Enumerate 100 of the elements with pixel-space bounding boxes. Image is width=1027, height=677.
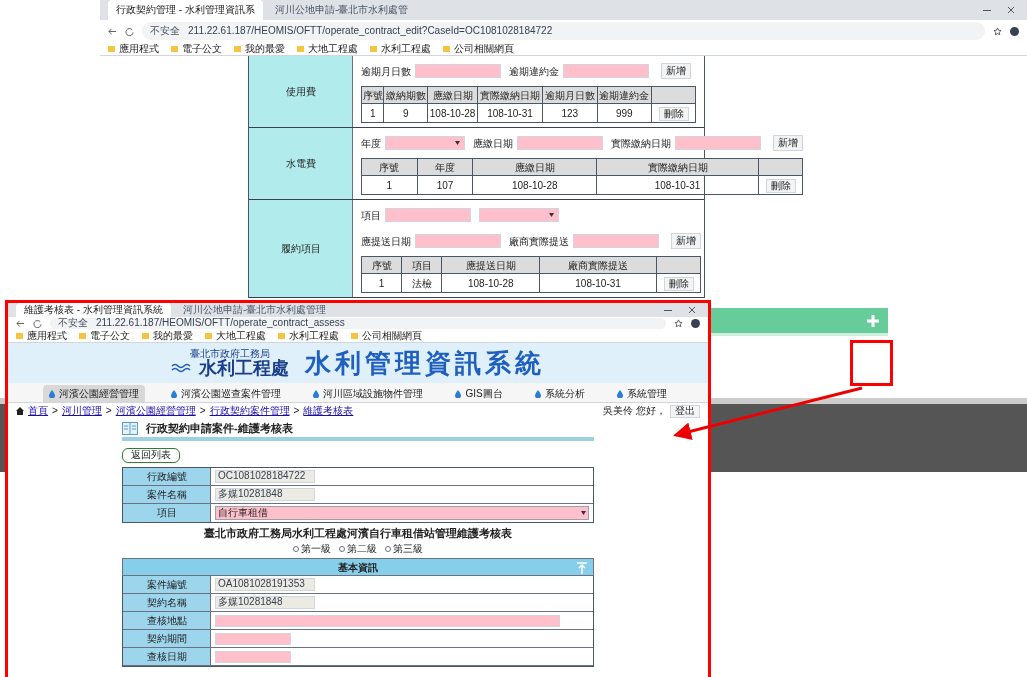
plus-icon[interactable] — [866, 313, 880, 328]
field-label: 逾期月日數 — [361, 64, 411, 79]
url-text: 211.22.61.187/HEOMIS/OFTT/operate_contract_assess — [96, 318, 345, 329]
account-icon[interactable] — [1010, 26, 1019, 36]
field-label: 應繳日期 — [473, 136, 513, 151]
security-label: 不安全 — [58, 318, 88, 329]
input-field[interactable] — [215, 614, 560, 627]
browser-tab[interactable]: 行政契約管理 - 水利管理資訊系 — [108, 0, 263, 20]
bookmark[interactable]: 應用程式 — [16, 331, 67, 341]
bookmark[interactable]: 公司相關網頁 — [351, 331, 422, 341]
system-title: 水利管理資訊系統 — [305, 350, 545, 376]
radio-option[interactable]: 第三級 — [385, 544, 423, 555]
back-icon[interactable] — [108, 26, 117, 36]
column-header: 應提送日期 — [441, 256, 540, 274]
column-header: 應繳日期 — [472, 158, 597, 176]
row-label: 水電費 — [249, 128, 353, 199]
add-button[interactable]: 新增 — [671, 233, 701, 249]
close-icon[interactable] — [1007, 6, 1015, 14]
page-title: 行政契約申請案件-維護考核表 — [146, 420, 293, 436]
section-title: 基本資訊 — [338, 560, 378, 575]
back-icon[interactable] — [16, 319, 25, 328]
star-icon[interactable] — [674, 319, 683, 328]
nav-tab[interactable]: 河濱公園經營管理 — [43, 385, 146, 402]
bookmark[interactable]: 大地工程處 — [205, 331, 266, 341]
logout-button[interactable]: 登出 — [670, 404, 700, 418]
agency-name: 臺北市政府工務局 — [190, 349, 270, 359]
table-cell: 108-10-28 — [472, 175, 597, 195]
row-label: 履約項目 — [249, 200, 353, 297]
field-label: 應提送日期 — [361, 234, 411, 249]
column-header: 逾期月日數 — [542, 86, 597, 104]
nav-tab[interactable]: 系統管理 — [610, 385, 673, 402]
breadcrumb-link[interactable]: 行政契約案件管理 — [209, 406, 290, 416]
radio-option[interactable]: 第二級 — [339, 544, 377, 555]
minimize-icon[interactable] — [664, 309, 672, 311]
select-field[interactable] — [385, 136, 465, 150]
breadcrumb-link[interactable]: 河濱公園經營管理 — [115, 406, 196, 416]
radio-option[interactable]: 第一級 — [293, 544, 331, 555]
breadcrumb-link[interactable]: 首頁 — [28, 406, 48, 416]
add-button[interactable]: 新增 — [773, 135, 803, 151]
bookmark[interactable]: 我的最愛 — [234, 43, 285, 54]
input-field[interactable] — [215, 650, 291, 663]
nav-tab[interactable]: 河川區域設施物件管理 — [307, 385, 430, 402]
nav-tab[interactable]: GIS圖台 — [449, 385, 509, 402]
reload-icon[interactable] — [125, 26, 134, 36]
back-button[interactable]: 返回列表 — [122, 447, 180, 463]
column-header: 年度 — [417, 158, 473, 176]
bookmark[interactable]: 應用程式 — [108, 43, 159, 54]
field-label: 逾期違約金 — [509, 64, 559, 79]
field-label: 項目 — [361, 208, 381, 223]
breadcrumb-link[interactable]: 維護考核表 — [303, 406, 354, 416]
input-field[interactable] — [517, 136, 603, 150]
input-field[interactable] — [573, 234, 659, 248]
reload-icon[interactable] — [33, 319, 42, 328]
input-field[interactable] — [215, 632, 291, 645]
nav-tab[interactable]: 河濱公園巡查案件管理 — [165, 385, 288, 402]
table-cell: 108-10-31 — [539, 273, 657, 293]
column-header: 逾期違約金 — [597, 86, 652, 104]
url-text: 211.22.61.187/HEOMIS/OFTT/operate_contract_edit?CaseId=OC1081028184722 — [188, 26, 553, 36]
bookmark[interactable]: 水利工程處 — [370, 43, 431, 54]
input-field[interactable] — [385, 208, 471, 222]
row-label: 查核日期 — [123, 648, 211, 666]
browser-tab[interactable]: 維護考核表 - 水利管理資訊系統 — [16, 303, 171, 317]
bookmark[interactable]: 我的最愛 — [142, 331, 193, 341]
star-icon[interactable] — [993, 26, 1002, 36]
breadcrumb-separator: > — [52, 406, 58, 416]
bookmark[interactable]: 水利工程處 — [278, 331, 339, 341]
nav-tab[interactable]: 系統分析 — [528, 385, 591, 402]
close-icon[interactable] — [688, 306, 696, 314]
address-bar[interactable]: 不安全 211.22.61.187/HEOMIS/OFTT/operate_contract_edit?CaseId=OC1081028184722 — [142, 21, 985, 41]
account-icon[interactable] — [691, 319, 700, 328]
water-drop-icon — [455, 389, 462, 398]
bookmark[interactable]: 電子公文 — [79, 331, 130, 341]
table-cell: 108-10-28 — [441, 273, 540, 293]
input-field[interactable] — [415, 64, 501, 78]
row-label: 行政編號 — [123, 467, 211, 485]
select-field[interactable] — [479, 208, 559, 222]
highlight-box — [850, 340, 893, 386]
delete-button[interactable]: 刪除 — [765, 178, 796, 193]
bookmark[interactable]: 公司相關網頁 — [443, 43, 514, 54]
readonly-field: OA1081028191353 — [215, 578, 315, 592]
breadcrumb-link[interactable]: 河川管理 — [61, 406, 102, 416]
water-drop-icon — [616, 389, 623, 398]
browser-tab[interactable]: 河川公地申請-臺北市水利處管理 — [174, 303, 335, 317]
column-header: 實際繳納日期 — [596, 158, 759, 176]
arrow-up-icon[interactable] — [577, 562, 587, 575]
select-field[interactable]: 自行車租借 — [215, 505, 589, 520]
address-bar[interactable]: 不安全 211.22.61.187/HEOMIS/OFTT/operate_contract_assess — [50, 317, 666, 329]
input-field[interactable] — [563, 64, 649, 78]
bookmark[interactable]: 大地工程處 — [297, 43, 358, 54]
column-header: 序號 — [361, 86, 384, 104]
bookmark[interactable]: 電子公文 — [171, 43, 222, 54]
greeting-text: 吳美伶 您好， — [603, 406, 666, 416]
input-field[interactable] — [415, 234, 501, 248]
delete-button[interactable]: 刪除 — [658, 106, 689, 121]
minimize-icon[interactable] — [983, 9, 991, 11]
delete-button[interactable]: 刪除 — [663, 276, 694, 291]
input-field[interactable] — [675, 136, 761, 150]
add-button[interactable]: 新增 — [661, 63, 691, 79]
field-label: 實際繳納日期 — [611, 136, 671, 151]
browser-tab[interactable]: 河川公地申請-臺北市水利處管 — [266, 0, 417, 20]
